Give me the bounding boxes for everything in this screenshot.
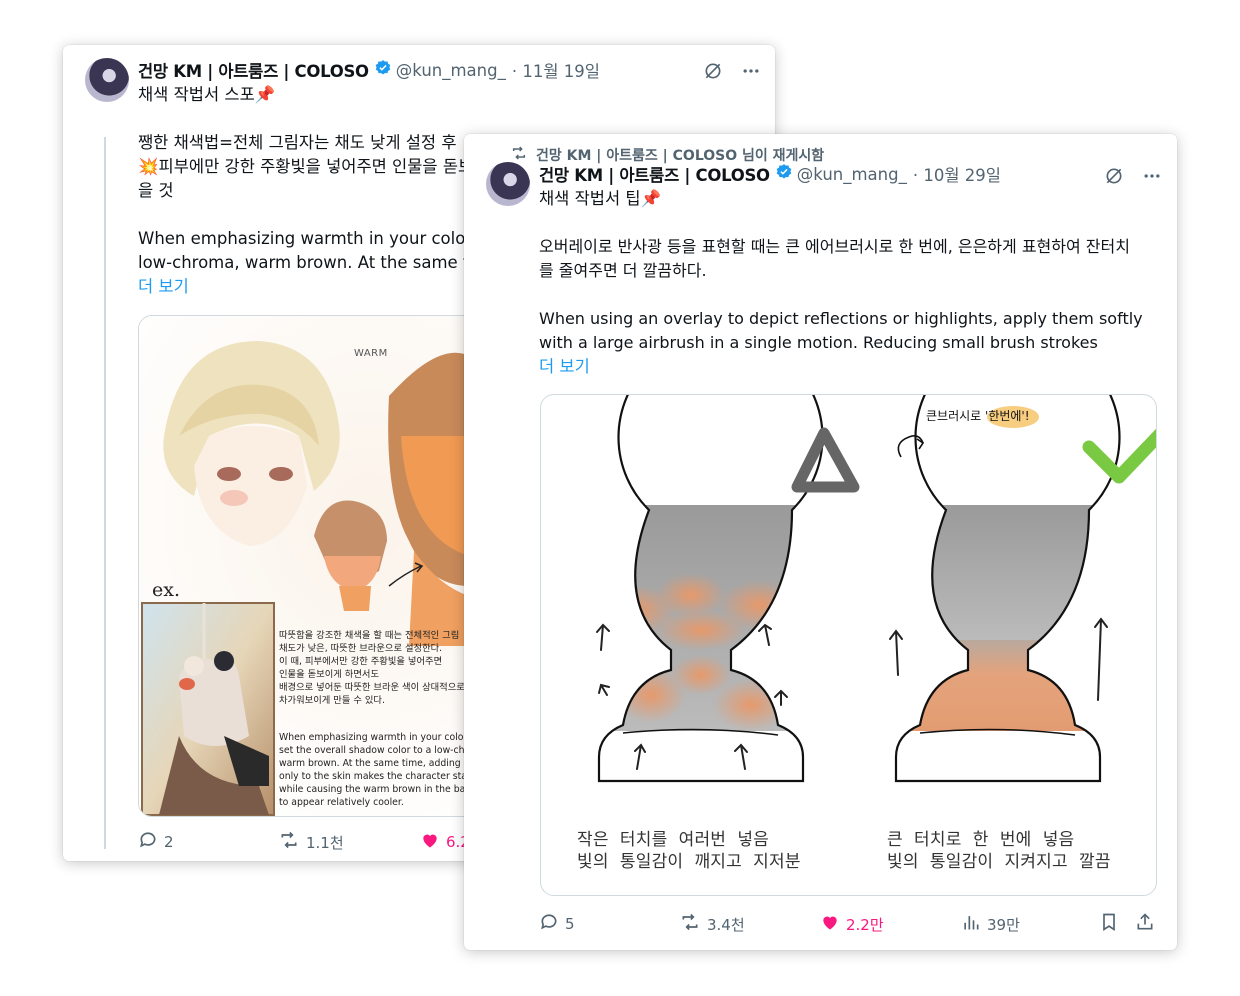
tweet-body-en-line2: with a large airbrush in a single motion…	[539, 333, 1098, 352]
author-name[interactable]: 건망 KM | 아트룸즈 | COLOSO	[539, 162, 770, 186]
like-button[interactable]: 6.2	[420, 830, 470, 854]
show-more-link[interactable]: 더 보기	[138, 275, 189, 299]
front-tweet-card[interactable]: 건망 KM | 아트룸즈 | COLOSO 님이 재게시함 건망 KM | 아트…	[464, 134, 1177, 950]
author-handle[interactable]: @kun_mang_	[396, 61, 506, 80]
kr-text-line: 이 때, 피부에서만 강한 주황빛을 넣어주면	[279, 656, 443, 667]
handwritten-note: 큰브러시로 '한번에'!	[926, 409, 1030, 423]
more-options-icon[interactable]	[741, 61, 761, 85]
show-more-link[interactable]: 더 보기	[539, 355, 590, 379]
warm-label: WARM	[354, 348, 388, 359]
tweet-date[interactable]: · 10월 29일	[913, 162, 1001, 186]
analytics-icon	[961, 912, 981, 936]
repost-count: 1.1천	[306, 833, 344, 852]
share-button[interactable]	[1135, 912, 1155, 936]
bookmark-icon	[1099, 912, 1119, 936]
left-caption: 작은 터치를 여러번 넣음 빛의 통일감이 깨지고 지저분	[577, 830, 801, 872]
kr-text-line: 인물을 돋보이게 하면서도	[279, 669, 379, 680]
heart-filled-icon	[820, 912, 840, 936]
en-text-line: to appear relatively cooler.	[279, 797, 404, 808]
tweet-body-en-line1: When using an overlay to depict reflecti…	[539, 309, 1143, 328]
verified-badge-icon	[775, 163, 793, 185]
kr-text-line: 배경으로 넣어둔 따뜻한 브라운 색이 상대적으로	[279, 682, 465, 693]
airbrush-diagram	[596, 395, 1156, 783]
reply-icon	[539, 912, 559, 936]
tweet-body-line1: 오버레이로 반사광 등을 표현할 때는 큰 에어브러시로 한 번에, 은은하게 …	[539, 237, 1130, 256]
reply-button[interactable]: 2	[138, 830, 174, 854]
views-count: 39만	[987, 915, 1020, 934]
grok-icon[interactable]	[1104, 166, 1124, 190]
author-name[interactable]: 건망 KM | 아트룸즈 | COLOSO	[138, 58, 369, 82]
tweet-body-line2: 💥피부에만 강한 주황빛을 넣어주면 인물을 돋보	[138, 157, 474, 176]
kr-text-line: 따뜻함을 강조한 채색을 할 때는 전체적인 그림	[279, 630, 460, 641]
verified-badge-icon	[374, 59, 392, 81]
repost-icon	[278, 830, 300, 854]
grok-icon[interactable]	[703, 61, 723, 85]
tweet-title: 채색 작법서 스포📌	[138, 85, 276, 104]
reply-count: 2	[164, 833, 174, 851]
heart-filled-icon	[420, 830, 440, 854]
tweet-body-en-line2: low-chroma, warm brown. At the same ti	[138, 253, 474, 272]
like-button[interactable]: 2.2만	[820, 912, 884, 936]
like-count: 2.2만	[846, 915, 884, 934]
views-button[interactable]: 39만	[961, 912, 1020, 936]
repost-button[interactable]: 3.4천	[679, 912, 745, 936]
more-options-icon[interactable]	[1142, 166, 1162, 190]
en-text-line: set the overall shadow color to a low-ch	[279, 745, 465, 756]
en-text-line: only to the skin makes the character sta	[279, 771, 467, 782]
repost-icon	[679, 912, 701, 936]
share-icon	[1135, 912, 1155, 936]
reply-count: 5	[565, 915, 575, 933]
kr-text-line: 차가워보이게 만들 수 있다.	[279, 695, 385, 706]
thread-line	[104, 137, 106, 849]
action-bar: 5 3.4천 2.2만 39만	[539, 913, 1159, 935]
avatar[interactable]	[85, 58, 129, 102]
repost-button[interactable]: 1.1천	[278, 830, 344, 854]
en-text-line: warm brown. At the same time, adding a	[279, 758, 470, 769]
avatar[interactable]	[486, 162, 530, 206]
reply-button[interactable]: 5	[539, 912, 575, 936]
tweet-body-line2: 를 줄여주면 더 깔끔하다.	[539, 261, 707, 280]
tweet-body-en-line1: When emphasizing warmth in your colori	[138, 229, 477, 248]
tweet-body-line3: 을 것	[138, 181, 174, 200]
right-caption: 큰 터치로 한 번에 넣음 빛의 통일감이 지켜지고 깔끔	[887, 830, 1111, 872]
author-handle[interactable]: @kun_mang_	[797, 165, 907, 184]
en-text-line: while causing the warm brown in the ba	[279, 784, 466, 795]
tweet-date[interactable]: · 11월 19일	[512, 58, 600, 82]
en-text-line: When emphasizing warmth in your colo	[279, 732, 464, 743]
tweet-body-line1: 쨍한 채색법=전체 그림자는 채도 낮게 설정 후	[138, 133, 457, 152]
tweet-title: 채색 작법서 팁📌	[539, 189, 662, 208]
ex-label: ex.	[152, 579, 180, 601]
reply-icon	[138, 830, 158, 854]
repost-count: 3.4천	[707, 915, 745, 934]
kr-text-line: 채도가 낮은, 따뜻한 브라운으로 설정한다.	[279, 643, 443, 654]
tweet-media-image[interactable]: 큰브러시로 '한번에'! 작은 터치를 여러번 넣음 빛의 통일감이 깨지고 지…	[540, 394, 1157, 896]
bookmark-button[interactable]	[1099, 912, 1119, 936]
